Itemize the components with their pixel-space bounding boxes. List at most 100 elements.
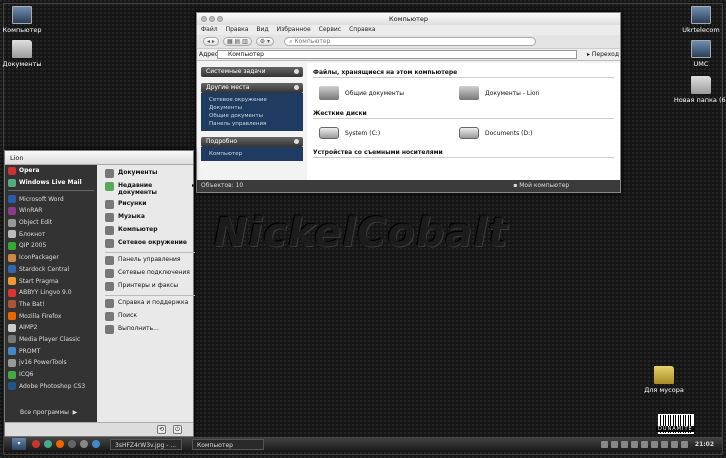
start-item-documents[interactable]: Документы bbox=[105, 169, 195, 178]
task-button-computer[interactable]: Компьютер bbox=[192, 438, 264, 450]
program-item[interactable]: Start Pragma bbox=[5, 275, 97, 287]
all-programs-button[interactable]: Все программы ▶ bbox=[20, 409, 77, 416]
recycle-bin-icon bbox=[654, 366, 674, 384]
clock[interactable]: 21:02 bbox=[695, 441, 714, 448]
start-item-printers[interactable]: Принтеры и факсы bbox=[105, 282, 195, 291]
mail-icon[interactable] bbox=[44, 440, 52, 448]
log-off-icon[interactable]: ⟲ bbox=[157, 425, 166, 434]
view-mode-button[interactable]: ▦ ▤ ▥ bbox=[222, 37, 252, 46]
panel-header[interactable]: Системные задачи bbox=[201, 67, 303, 77]
tray-icon[interactable] bbox=[650, 440, 658, 448]
ie-icon[interactable] bbox=[92, 440, 100, 448]
desktop-icon-computer[interactable]: Компьютер bbox=[0, 6, 52, 34]
start-item-music[interactable]: Музыка bbox=[105, 213, 195, 222]
address-field[interactable]: Компьютер bbox=[217, 50, 577, 59]
start-item-computer[interactable]: Компьютер bbox=[105, 226, 195, 235]
section-header: Устройства со съемными носителями bbox=[313, 149, 614, 158]
program-item[interactable]: Windows Live Mail bbox=[5, 177, 97, 189]
list-item[interactable]: Общие документы bbox=[319, 86, 459, 100]
link-network[interactable]: Сетевое окружение bbox=[209, 96, 297, 104]
program-item[interactable]: ABBYY Lingvo 9.0 bbox=[5, 287, 97, 299]
start-item-network[interactable]: Сетевое окружение bbox=[105, 239, 195, 248]
menu-tools[interactable]: Сервис bbox=[319, 25, 341, 35]
go-button[interactable]: ▸ Переход bbox=[587, 51, 619, 58]
program-item[interactable]: PROMT bbox=[5, 345, 97, 357]
desktop-icon-new-folder[interactable]: Новая папка (6) bbox=[671, 76, 726, 104]
program-item[interactable]: Microsoft Word bbox=[5, 193, 97, 205]
program-item[interactable]: QIP 2005 bbox=[5, 240, 97, 252]
start-item-connections[interactable]: Сетевые подключения bbox=[105, 269, 195, 278]
power-icon[interactable]: ⏻ bbox=[173, 425, 182, 434]
menu-view[interactable]: Вид bbox=[256, 25, 268, 35]
network-connections-icon bbox=[105, 269, 114, 278]
desktop-icon-ukrtelecom[interactable]: Ukrtelecom bbox=[671, 6, 726, 34]
start-item-control-panel[interactable]: Панель управления bbox=[105, 256, 195, 265]
firefox-icon[interactable] bbox=[56, 440, 64, 448]
program-item[interactable]: Stardock Central bbox=[5, 264, 97, 276]
program-item[interactable]: ICQ6 bbox=[5, 369, 97, 381]
collapse-icon[interactable] bbox=[294, 139, 299, 144]
program-item[interactable]: WinRAR bbox=[5, 205, 97, 217]
program-item[interactable]: Media Player Classic bbox=[5, 334, 97, 346]
documents-icon bbox=[105, 169, 114, 178]
collapse-icon[interactable] bbox=[294, 69, 299, 74]
menu-favorites[interactable]: Избранное bbox=[277, 25, 311, 35]
start-item-recent[interactable]: Недавние документы ▸ bbox=[105, 182, 195, 196]
tray-icon[interactable] bbox=[610, 440, 618, 448]
explorer-body: Системные задачи Другие места Сетевое ок… bbox=[197, 63, 620, 180]
task-button-image[interactable]: 3sHFZ4rW3v.jpg - ... bbox=[110, 438, 182, 450]
desktop-icon-trash[interactable]: Для мусора bbox=[634, 366, 694, 394]
link-documents[interactable]: Документы bbox=[209, 104, 297, 112]
menu-edit[interactable]: Правка bbox=[226, 25, 249, 35]
start-item-run[interactable]: Выполнить... bbox=[105, 325, 195, 334]
maximize-icon[interactable] bbox=[217, 16, 223, 22]
start-item-pictures[interactable]: Рисунки bbox=[105, 200, 195, 209]
program-item[interactable]: Mozilla Firefox bbox=[5, 310, 97, 322]
tray-icon[interactable] bbox=[660, 440, 668, 448]
list-item[interactable]: Документы - Lion bbox=[459, 86, 599, 100]
window-titlebar[interactable]: Компьютер bbox=[197, 13, 620, 25]
panel-title: Другие места bbox=[206, 84, 250, 91]
program-item[interactable]: Adobe Photoshop CS3 bbox=[5, 380, 97, 392]
program-item[interactable]: IconPackager bbox=[5, 252, 97, 264]
network-icon bbox=[105, 239, 114, 248]
tray-icon[interactable] bbox=[630, 440, 638, 448]
menu-help[interactable]: Справка bbox=[349, 25, 375, 35]
link-shared-documents[interactable]: Общие документы bbox=[209, 112, 297, 120]
tray-icon[interactable] bbox=[600, 440, 608, 448]
program-item[interactable]: The Bat! bbox=[5, 299, 97, 311]
explorer-icon[interactable] bbox=[80, 440, 88, 448]
close-icon[interactable] bbox=[201, 16, 207, 22]
collapse-icon[interactable] bbox=[294, 85, 299, 90]
tray-icon[interactable] bbox=[670, 440, 678, 448]
tray-icon[interactable] bbox=[620, 440, 628, 448]
volume-icon[interactable] bbox=[680, 440, 688, 448]
back-forward-button[interactable]: ◂ ▸ bbox=[203, 37, 219, 46]
panel-header[interactable]: Подробно bbox=[201, 137, 303, 147]
control-panel-icon bbox=[105, 256, 114, 265]
program-item[interactable]: jv16 PowerTools bbox=[5, 357, 97, 369]
program-item[interactable]: Блокнот bbox=[5, 228, 97, 240]
start-item-help[interactable]: Справка и поддержка bbox=[105, 299, 195, 308]
menu-file[interactable]: Файл bbox=[201, 25, 218, 35]
start-button[interactable]: ▾ bbox=[12, 438, 26, 450]
search-input[interactable]: ⌕ Компьютер bbox=[284, 37, 537, 46]
minimize-icon[interactable] bbox=[209, 16, 215, 22]
list-item[interactable]: System (C:) bbox=[319, 127, 459, 139]
gear-button[interactable]: ⚙ ▾ bbox=[255, 37, 275, 46]
opera-icon[interactable] bbox=[32, 440, 40, 448]
tray-icon[interactable] bbox=[640, 440, 648, 448]
desktop-icon-umc[interactable]: UMC bbox=[671, 40, 726, 68]
documents-icon bbox=[12, 40, 32, 58]
thebat-icon bbox=[8, 300, 16, 309]
places-column: Документы Недавние документы ▸ Рисунки Му… bbox=[105, 169, 195, 422]
list-item[interactable]: Documents (D:) bbox=[459, 127, 599, 139]
program-item[interactable]: Opera bbox=[5, 165, 97, 177]
desktop-icon-documents[interactable]: Документы bbox=[0, 40, 52, 68]
start-item-search[interactable]: Поиск bbox=[105, 312, 195, 321]
program-item[interactable]: AIMP2 bbox=[5, 322, 97, 334]
link-control-panel[interactable]: Панель управления bbox=[209, 120, 297, 128]
program-item[interactable]: Object Edit bbox=[5, 217, 97, 229]
show-desktop-icon[interactable] bbox=[68, 440, 76, 448]
panel-header[interactable]: Другие места bbox=[201, 83, 303, 93]
